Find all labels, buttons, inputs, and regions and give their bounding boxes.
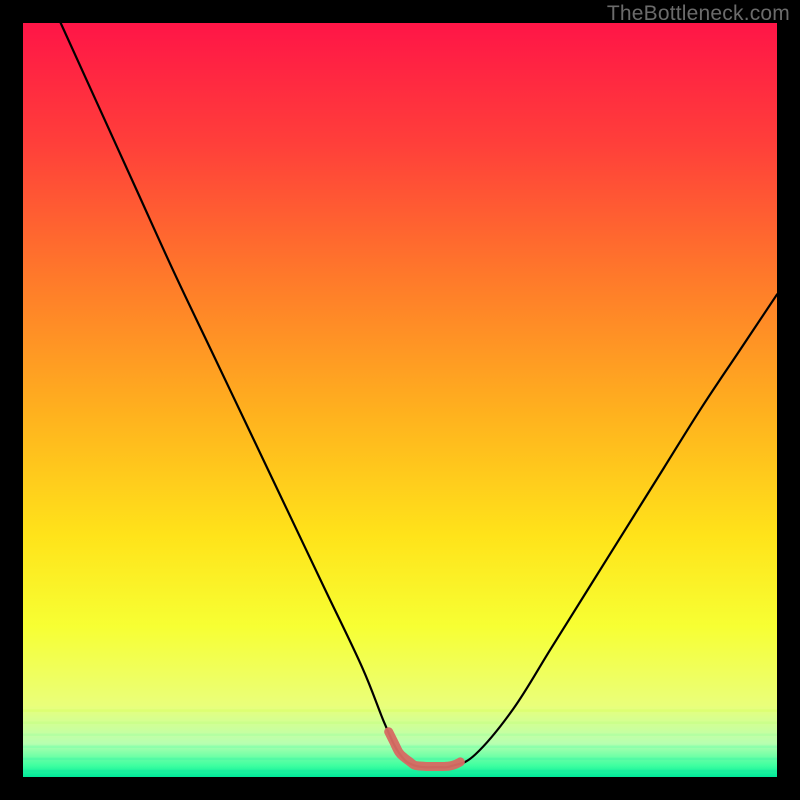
gradient-background: [23, 23, 777, 777]
plot-area: [23, 23, 777, 777]
chart-frame: TheBottleneck.com: [0, 0, 800, 800]
bottleneck-chart: [23, 23, 777, 777]
